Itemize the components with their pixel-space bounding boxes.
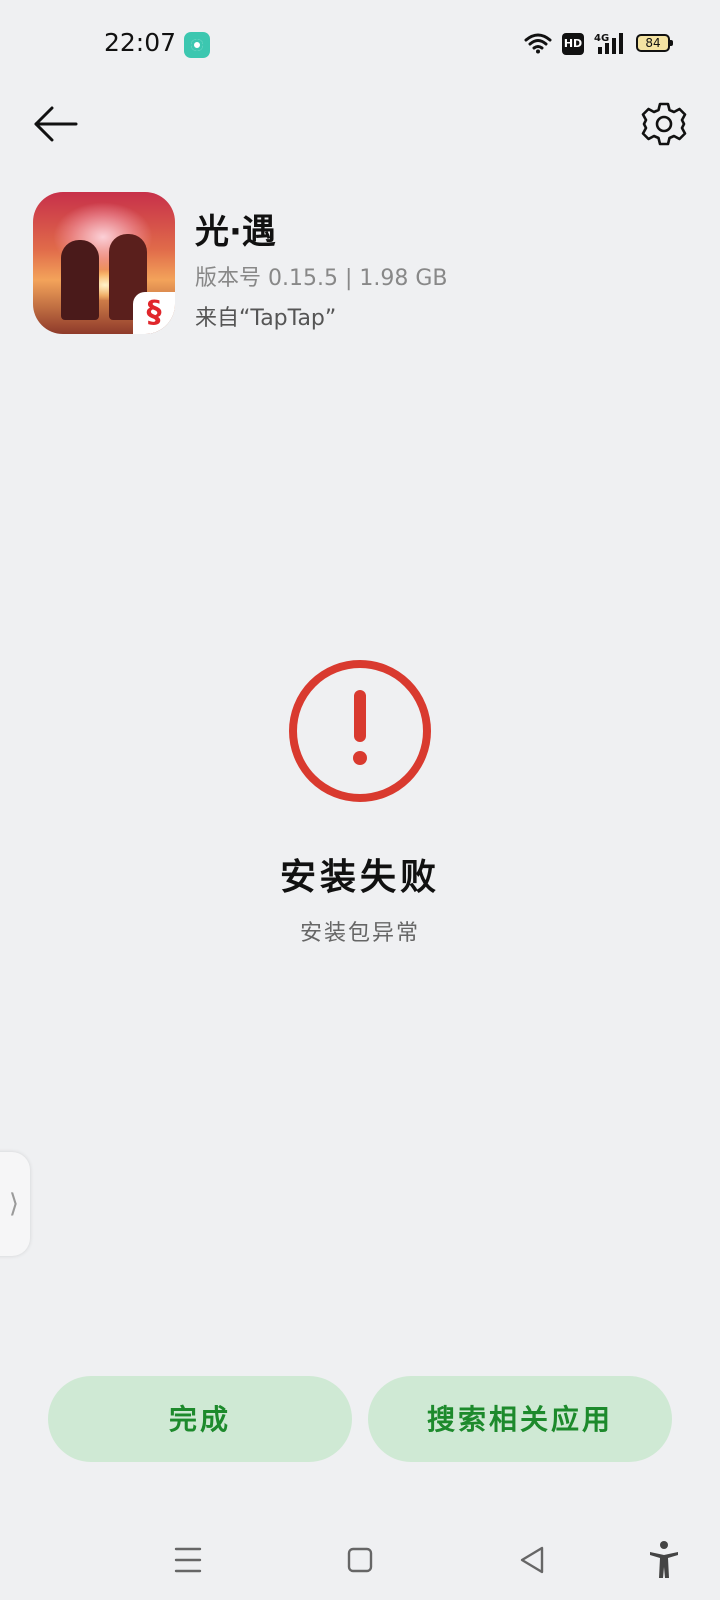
status-bar: 22:07 HD 4G 84 <box>0 0 720 90</box>
app-version-size: 版本号 0.15.5 | 1.98 GB <box>195 266 448 291</box>
result-subtitle: 安装包异常 <box>299 921 420 946</box>
back-button[interactable] <box>30 100 82 148</box>
back-triangle-icon[interactable] <box>510 1538 554 1582</box>
install-result-screen: 22:07 HD 4G 84 § 光·遇 版本号 0.15.5 | 1.98 G… <box>0 0 720 1600</box>
home-icon[interactable] <box>338 1538 382 1582</box>
battery-icon: 84 <box>636 34 673 52</box>
app-name: 光·遇 <box>195 212 276 252</box>
gear-icon <box>641 102 687 146</box>
app-source: 来自“TapTap” <box>195 306 337 331</box>
network-type-label: 4G <box>594 33 609 44</box>
netease-logo-icon: § <box>133 292 175 334</box>
app-icon: § <box>33 192 175 334</box>
signal-icon: 4G <box>594 33 623 54</box>
status-time: 22:07 <box>104 28 177 57</box>
result-title: 安装失败 <box>279 857 440 898</box>
search-related-apps-button[interactable]: 搜索相关应用 <box>368 1376 672 1462</box>
system-nav-bar <box>0 1520 720 1600</box>
exclamation-circle-icon <box>289 660 431 802</box>
notification-app-icon <box>184 32 210 58</box>
menu-icon[interactable] <box>166 1538 210 1582</box>
accessibility-icon[interactable] <box>642 1538 686 1582</box>
hd-icon: HD <box>562 33 584 55</box>
side-panel-handle[interactable]: ⟩ <box>0 1152 30 1256</box>
settings-button[interactable] <box>640 100 688 148</box>
wifi-icon <box>524 33 552 54</box>
arrow-left-icon <box>34 106 78 142</box>
done-button[interactable]: 完成 <box>48 1376 352 1462</box>
